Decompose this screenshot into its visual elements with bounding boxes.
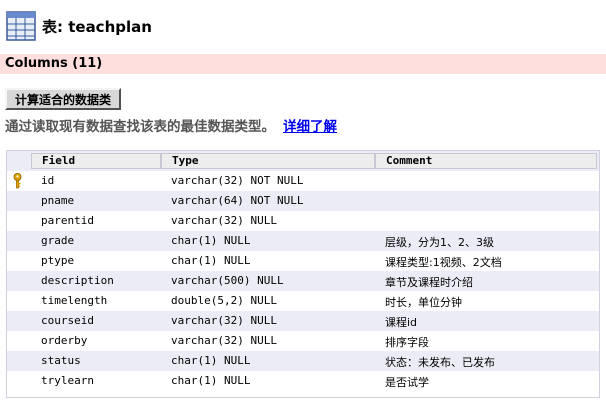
table-row[interactable]: grade char(1) NULL 层级，分为1、2、3级 (7, 231, 599, 251)
field-type: varchar(500) NULL (171, 274, 284, 287)
table-row[interactable]: id varchar(32) NOT NULL (7, 171, 599, 191)
field-comment: 层级，分为1、2、3级 (385, 236, 494, 249)
columns-table: Field Type Comment id varchar(32) NOT NU… (6, 150, 600, 398)
field-type: char(1) NULL (171, 354, 251, 367)
field-name: grade (41, 234, 75, 247)
table-header-row: Field Type Comment (7, 151, 599, 171)
field-type: char(1) NULL (171, 234, 251, 247)
column-header-comment[interactable]: Comment (375, 153, 597, 169)
page-title: 表: teachplan (42, 17, 152, 36)
field-comment: 课程类型:1视频、2文档 (385, 256, 502, 269)
field-type: char(1) NULL (171, 374, 251, 387)
field-name: ptype (41, 254, 75, 267)
field-comment: 排序字段 (385, 336, 429, 349)
field-comment: 状态：未发布、已发布 (385, 356, 495, 369)
learn-more-link[interactable]: 详细了解 (283, 119, 337, 135)
table-row[interactable]: status char(1) NULL 状态：未发布、已发布 (7, 351, 599, 371)
table-row[interactable]: trylearn char(1) NULL 是否试学 (7, 371, 599, 391)
table-row[interactable]: pname varchar(64) NOT NULL (7, 191, 599, 211)
field-comment: 课程id (385, 316, 418, 329)
field-type: double(5,2) NULL (171, 294, 277, 307)
field-type: varchar(32) NULL (171, 334, 277, 347)
field-comment: 时长，单位分钟 (385, 296, 462, 309)
columns-count-label: Columns (11) (5, 56, 103, 71)
table-row[interactable]: courseid varchar(32) NULL 课程id (7, 311, 599, 331)
page-header: 表: teachplan (6, 4, 152, 48)
table-grid-icon (6, 11, 36, 41)
field-name: pname (41, 194, 75, 207)
field-name: status (41, 354, 81, 367)
columns-section-bar: Columns (11) (0, 54, 606, 74)
table-row[interactable]: orderby varchar(32) NULL 排序字段 (7, 331, 599, 351)
field-type: varchar(32) NULL (171, 214, 277, 227)
column-header-type[interactable]: Type (161, 153, 375, 169)
table-row[interactable]: ptype char(1) NULL 课程类型:1视频、2文档 (7, 251, 599, 271)
field-name: description (41, 274, 114, 287)
table-row[interactable]: parentid varchar(32) NULL (7, 211, 599, 231)
optimize-description: 通过读取现有数据查找该表的最佳数据类型。 详细了解 (5, 115, 337, 135)
column-header-field[interactable]: Field (31, 153, 161, 169)
optimize-description-text: 通过读取现有数据查找该表的最佳数据类型。 (5, 119, 275, 135)
field-type: varchar(32) NULL (171, 314, 277, 327)
field-type: varchar(64) NOT NULL (171, 194, 304, 207)
field-name: orderby (41, 334, 88, 347)
field-type: char(1) NULL (171, 254, 251, 267)
table-row[interactable]: description varchar(500) NULL 章节及课程时介绍 (7, 271, 599, 291)
field-comment: 章节及课程时介绍 (385, 276, 473, 289)
field-name: courseid (41, 314, 94, 327)
field-name: id (41, 174, 55, 187)
field-type: varchar(32) NOT NULL (171, 174, 304, 187)
field-comment: 是否试学 (385, 376, 429, 389)
field-name: timelength (41, 294, 108, 307)
table-row[interactable]: timelength double(5,2) NULL 时长，单位分钟 (7, 291, 599, 311)
field-name: parentid (41, 214, 94, 227)
primary-key-icon (13, 173, 22, 189)
field-name: trylearn (41, 374, 94, 387)
compute-data-types-button[interactable]: 计算适合的数据类 (5, 88, 122, 110)
